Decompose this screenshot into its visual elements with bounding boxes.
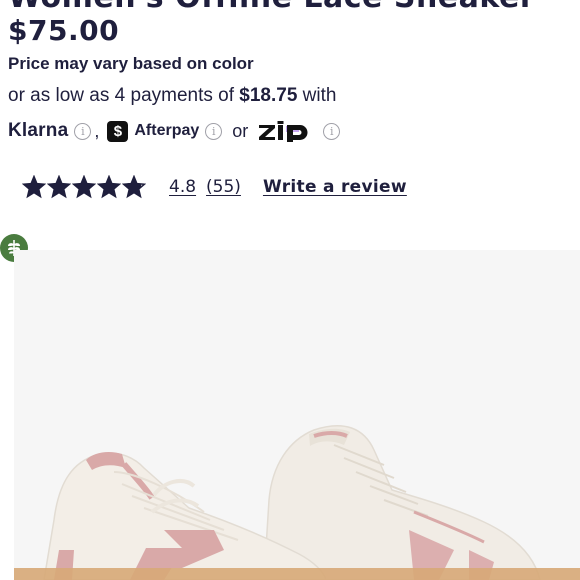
star-icon [47, 175, 71, 199]
zip-info-icon[interactable]: i [323, 122, 341, 140]
star-icon [122, 175, 146, 199]
zip-logo-graphic [259, 121, 308, 142]
rating-value[interactable]: 4.8 [169, 177, 196, 197]
separator-comma: , [94, 120, 100, 141]
star-icon [72, 175, 96, 199]
afterpay-logo-icon[interactable]: $ [107, 120, 129, 142]
rating-count[interactable]: (55) [206, 177, 241, 197]
write-review-link[interactable]: Write a review [263, 177, 407, 197]
installments-amount: $18.75 [239, 85, 298, 106]
afterpay-label[interactable]: Afterpay [134, 122, 199, 140]
price-note: Price may vary based on color [8, 54, 254, 73]
klarna-logo[interactable]: Klarna [8, 120, 68, 142]
product-price: $75.00 [8, 14, 120, 47]
payment-options: Klarna i , $ Afterpay i or i [8, 118, 341, 144]
sneaker-illustration [14, 425, 580, 580]
or-label: or [232, 120, 249, 141]
installments-suffix: with [297, 85, 337, 106]
sneaker-sole [14, 568, 580, 580]
klarna-info-icon[interactable]: i [74, 122, 92, 140]
zip-logo-icon[interactable] [257, 120, 317, 142]
rating-stars[interactable] [22, 175, 147, 199]
product-title: Women's Offline Lace Sneaker [8, 0, 580, 10]
rating-row: 4.8 (55) Write a review [22, 173, 407, 201]
product-image[interactable] [14, 250, 580, 580]
star-icon [97, 175, 121, 199]
installments-text: or as low as 4 payments of $18.75 with [8, 85, 336, 107]
star-icon [22, 175, 46, 199]
installments-prefix: or as low as 4 payments of [8, 85, 240, 106]
afterpay-info-icon[interactable]: i [205, 122, 223, 140]
